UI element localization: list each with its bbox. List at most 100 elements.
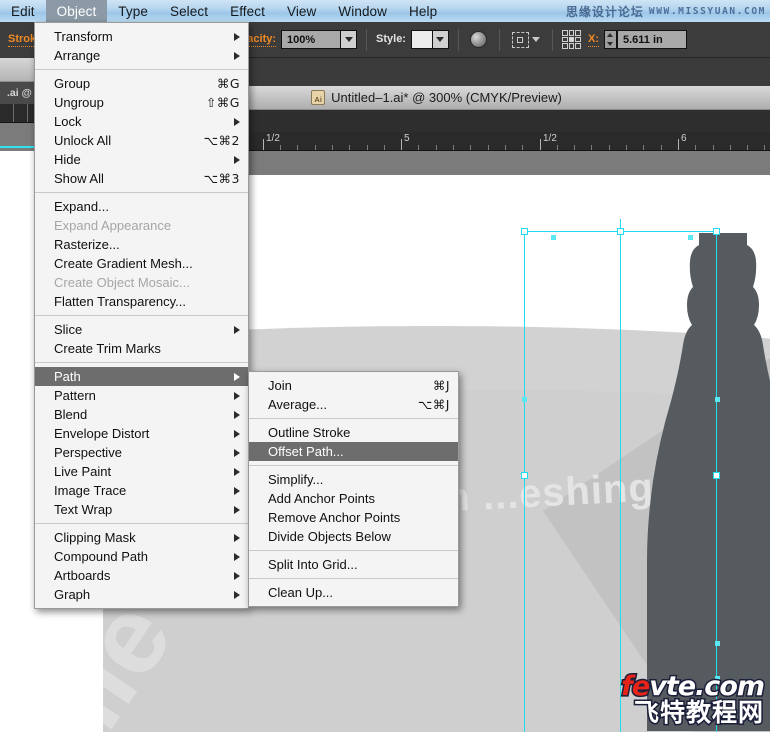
selection-handle-top-left[interactable] — [521, 228, 528, 235]
object-menu-item-slice[interactable]: Slice — [35, 320, 248, 339]
object-menu-item-artboards[interactable]: Artboards — [35, 566, 248, 585]
path-submenu[interactable]: Join ⌘J Average... ⌥⌘J Outline Stroke Offset … — [248, 371, 459, 607]
path-anchor-point[interactable] — [715, 641, 720, 646]
path-anchor-point[interactable] — [715, 676, 720, 681]
object-menu-item-rasterize[interactable]: Rasterize... — [35, 235, 248, 254]
ruler-minor-tick — [626, 145, 627, 150]
path-menu-item-simplify[interactable]: Simplify... — [249, 470, 458, 489]
opacity-input[interactable]: 100% — [281, 30, 342, 49]
menu-item-label: Flatten Transparency... — [54, 294, 186, 309]
menubar-item-type[interactable]: Type — [107, 0, 159, 22]
object-menu-item-ungroup[interactable]: Ungroup ⇧⌘G — [35, 93, 248, 112]
object-menu-item-expand-appearance: Expand Appearance — [35, 216, 248, 235]
chevron-down-icon — [344, 37, 353, 42]
ruler-minor-tick — [418, 145, 419, 150]
object-dropdown-menu[interactable]: Transform Arrange Group ⌘G Ungroup ⇧⌘G Lock Unl… — [34, 22, 249, 609]
path-anchor-point[interactable] — [551, 235, 556, 240]
menu-item-label: Create Gradient Mesh... — [54, 256, 193, 271]
object-menu-item-compound-path[interactable]: Compound Path — [35, 547, 248, 566]
transform-options-button[interactable] — [509, 29, 543, 51]
menubar-item-view[interactable]: View — [276, 0, 327, 22]
selection-handle-mid-left[interactable] — [521, 472, 528, 479]
object-menu-item-create-gradient-mesh[interactable]: Create Gradient Mesh... — [35, 254, 248, 273]
menubar-item-effect[interactable]: Effect — [219, 0, 276, 22]
object-menu-item-arrange[interactable]: Arrange — [35, 46, 248, 65]
selection-bbox-right — [716, 231, 717, 732]
menu-separator — [35, 315, 248, 316]
object-menu-item-lock[interactable]: Lock — [35, 112, 248, 131]
style-swatch[interactable] — [410, 30, 433, 49]
object-menu-item-live-paint[interactable]: Live Paint — [35, 462, 248, 481]
object-menu-item-show-all[interactable]: Show All ⌥⌘3 — [35, 169, 248, 188]
ref-pt[interactable] — [575, 36, 581, 43]
selection-handle-top-right[interactable] — [713, 228, 720, 235]
menubar-item-window[interactable]: Window — [327, 0, 398, 22]
path-menu-item-clean-up[interactable]: Clean Up... — [249, 583, 458, 602]
path-menu-item-remove-anchor-points[interactable]: Remove Anchor Points — [249, 508, 458, 527]
object-menu-item-unlock-all[interactable]: Unlock All ⌥⌘2 — [35, 131, 248, 150]
style-dropdown-arrow[interactable] — [432, 30, 449, 49]
object-menu-item-path[interactable]: Path — [35, 367, 248, 386]
path-anchor-point[interactable] — [688, 235, 693, 240]
object-menu-item-create-trim-marks[interactable]: Create Trim Marks — [35, 339, 248, 358]
ruler-major-tick — [678, 139, 679, 150]
object-menu-item-image-trace[interactable]: Image Trace — [35, 481, 248, 500]
object-menu-item-flatten-transparency[interactable]: Flatten Transparency... — [35, 292, 248, 311]
opacity-dropdown-arrow[interactable] — [341, 30, 358, 49]
menubar-item-help[interactable]: Help — [398, 0, 448, 22]
path-menu-item-divide-objects-below[interactable]: Divide Objects Below — [249, 527, 458, 546]
path-menu-item-offset-path[interactable]: Offset Path... — [249, 442, 458, 461]
object-menu-item-perspective[interactable]: Perspective — [35, 443, 248, 462]
menu-item-label: Show All — [54, 171, 104, 186]
object-menu-item-pattern[interactable]: Pattern — [35, 386, 248, 405]
menu-item-label: Artboards — [54, 568, 111, 583]
path-menu-item-outline-stroke[interactable]: Outline Stroke — [249, 423, 458, 442]
ruler-minor-tick — [661, 145, 662, 150]
ref-pt[interactable] — [575, 43, 581, 49]
object-menu-item-graph[interactable]: Graph — [35, 585, 248, 604]
object-menu-item-transform[interactable]: Transform — [35, 27, 248, 46]
x-coordinate-label: X: — [587, 32, 599, 47]
submenu-arrow-icon — [234, 505, 240, 514]
path-menu-item-average[interactable]: Average... ⌥⌘J — [249, 395, 458, 414]
stepper-down-icon[interactable] — [607, 41, 614, 46]
menu-item-label: Slice — [54, 322, 83, 337]
path-menu-item-split-into-grid[interactable]: Split Into Grid... — [249, 555, 458, 574]
ref-pt[interactable] — [561, 30, 568, 36]
path-menu-item-join[interactable]: Join ⌘J — [249, 376, 458, 395]
object-menu-item-expand[interactable]: Expand... — [35, 197, 248, 216]
x-stepper[interactable] — [603, 30, 617, 49]
ref-pt[interactable] — [561, 36, 568, 43]
path-anchor-point[interactable] — [522, 397, 527, 402]
menu-separator — [35, 523, 248, 524]
menubar-item-object[interactable]: Object — [45, 0, 108, 22]
reference-point-grid[interactable] — [561, 30, 581, 49]
ref-pt-center[interactable] — [568, 36, 575, 43]
menu-item-label: Clean Up... — [268, 585, 334, 600]
submenu-arrow-icon — [234, 32, 240, 41]
toolbar-divider — [366, 28, 368, 51]
recolor-artwork-button[interactable] — [468, 29, 490, 51]
bottle-silhouette[interactable] — [613, 231, 770, 732]
menu-separator — [35, 362, 248, 363]
style-label: Style: — [376, 33, 406, 45]
object-menu-item-envelope-distort[interactable]: Envelope Distort — [35, 424, 248, 443]
path-anchor-point[interactable] — [715, 397, 720, 402]
path-menu-item-add-anchor-points[interactable]: Add Anchor Points — [249, 489, 458, 508]
ref-pt[interactable] — [575, 30, 581, 36]
object-menu-item-text-wrap[interactable]: Text Wrap — [35, 500, 248, 519]
object-menu-item-hide[interactable]: Hide — [35, 150, 248, 169]
object-menu-item-blend[interactable]: Blend — [35, 405, 248, 424]
x-coordinate-input[interactable]: 5.611 in — [616, 30, 687, 49]
menu-item-label: Divide Objects Below — [268, 529, 391, 544]
ref-pt[interactable] — [561, 43, 568, 49]
object-menu-item-clipping-mask[interactable]: Clipping Mask — [35, 528, 248, 547]
selection-handle-mid-right[interactable] — [713, 472, 720, 479]
menubar-item-edit[interactable]: Edit — [0, 0, 46, 22]
stepper-up-icon[interactable] — [607, 33, 614, 38]
ref-pt[interactable] — [568, 30, 575, 36]
menubar-item-select[interactable]: Select — [159, 0, 219, 22]
object-menu-item-group[interactable]: Group ⌘G — [35, 74, 248, 93]
ref-pt[interactable] — [568, 43, 575, 49]
selection-handle-top-center[interactable] — [617, 228, 624, 235]
